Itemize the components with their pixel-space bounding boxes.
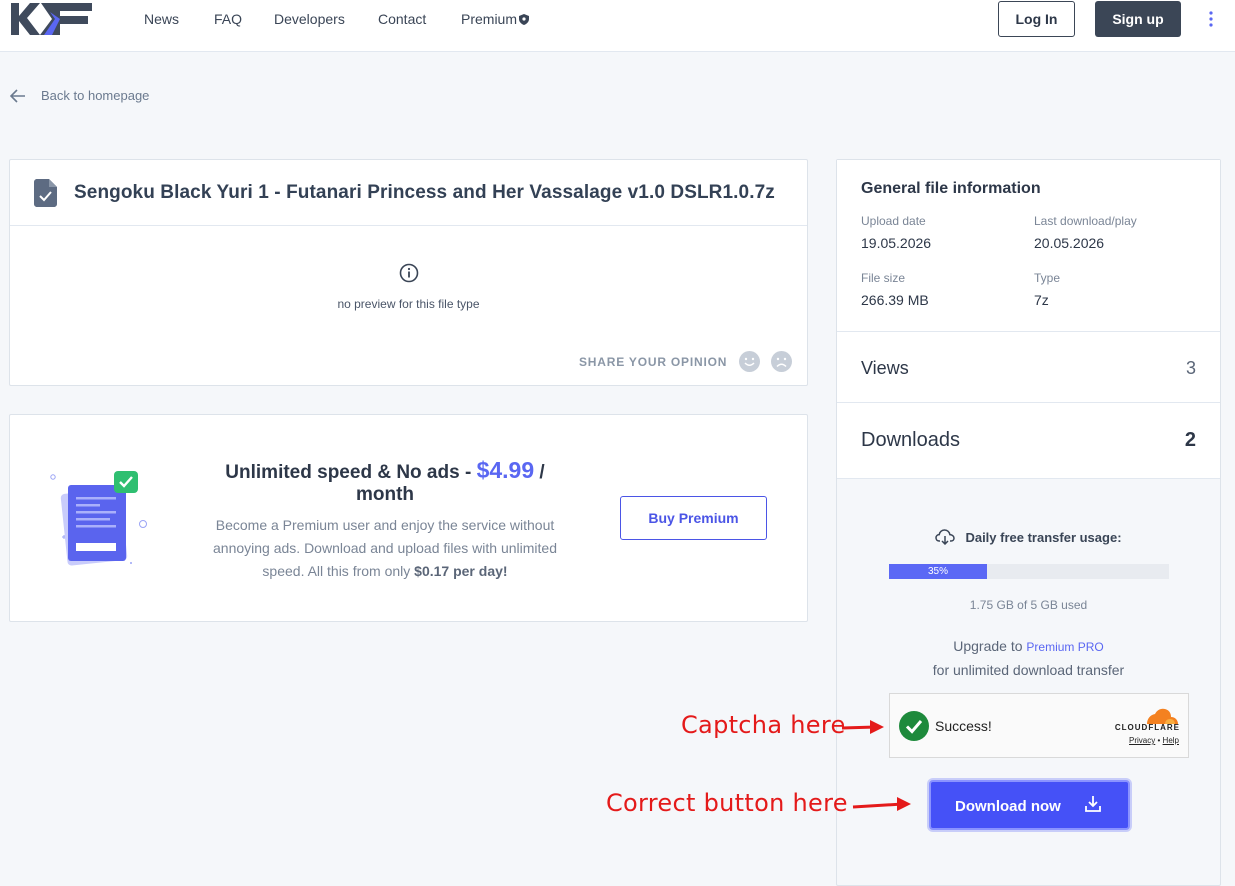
type-value: 7z	[1034, 292, 1049, 308]
success-check-icon	[899, 711, 929, 741]
promo-price: $4.99	[476, 457, 535, 483]
document-check-illustration	[50, 471, 147, 566]
nav-news[interactable]: News	[144, 11, 179, 27]
smile-icon[interactable]	[739, 351, 760, 372]
more-menu-icon[interactable]	[1204, 8, 1218, 30]
promo-daily-price: $0.17 per day!	[414, 563, 508, 579]
help-link[interactable]: Help	[1163, 736, 1179, 745]
site-logo[interactable]	[10, 2, 94, 36]
cloudflare-brand: CLOUDFLARE	[1114, 723, 1180, 732]
last-download-value: 20.05.2026	[1034, 235, 1105, 251]
download-now-label: Download now	[955, 798, 1061, 815]
captcha-links: Privacy • Help	[1129, 736, 1179, 745]
captcha-status: Success!	[935, 718, 992, 734]
download-icon	[1085, 796, 1101, 812]
cloudflare-captcha-widget[interactable]: Success! CLOUDFLARE Privacy • Help	[889, 693, 1189, 758]
nav-contact[interactable]: Contact	[378, 11, 426, 27]
upload-date-value: 19.05.2026	[861, 235, 932, 251]
cloud-download-icon	[935, 529, 956, 545]
share-opinion-label: SHARE YOUR OPINION	[579, 355, 728, 369]
views-count: 3	[1185, 358, 1196, 378]
file-header: Sengoku Black Yuri 1 - Futanari Princess…	[10, 160, 807, 226]
login-button[interactable]: Log In	[998, 1, 1075, 37]
file-size-label: File size	[861, 271, 906, 285]
upload-date-label: Upload date	[861, 214, 926, 228]
promo-title-text: Unlimited speed & No ads -	[225, 462, 477, 483]
captcha-annotation: Captcha here	[681, 711, 846, 739]
back-to-homepage-link[interactable]: Back to homepage	[10, 88, 149, 103]
upgrade-prefix: Upgrade to	[953, 638, 1023, 654]
daily-transfer-label: Daily free transfer usage:	[965, 529, 1122, 545]
nav-premium-label: Premium	[461, 11, 518, 27]
link-separator: •	[1157, 736, 1161, 745]
no-preview-text: no preview for this file type	[337, 297, 480, 311]
last-download-label: Last download/play	[1034, 214, 1137, 228]
captcha-annotation-arrow	[841, 720, 884, 734]
premium-pro-link[interactable]: Premium PRO	[1026, 640, 1103, 654]
transfer-progress-fill: 35%	[889, 564, 987, 579]
signup-button[interactable]: Sign up	[1095, 1, 1181, 37]
downloads-row: Downloads 2	[837, 403, 1220, 479]
info-icon	[399, 263, 419, 283]
nav-premium[interactable]: Premium	[461, 11, 530, 27]
upgrade-prompt: Upgrade to Premium PRO for unlimited dow…	[837, 635, 1220, 682]
info-title: General file information	[861, 180, 1041, 197]
transfer-progress-bar: 35%	[889, 564, 1169, 579]
views-row: Views 3	[837, 332, 1220, 403]
download-now-button[interactable]: Download now	[929, 780, 1130, 830]
buy-premium-button[interactable]: Buy Premium	[620, 496, 767, 540]
file-check-icon	[34, 178, 57, 207]
premium-promo-card: Unlimited speed & No ads - $4.99 / month…	[9, 414, 808, 622]
button-annotation: Correct button here	[606, 789, 848, 817]
type-label: Type	[1034, 271, 1061, 285]
promo-title: Unlimited speed & No ads - $4.99 / month	[200, 459, 570, 506]
button-annotation-arrow	[852, 797, 911, 811]
frown-icon[interactable]	[771, 351, 792, 372]
nav-developers[interactable]: Developers	[274, 11, 345, 27]
back-link-label: Back to homepage	[41, 88, 150, 103]
downloads-count: 2	[1184, 429, 1196, 451]
general-file-info: General file information Upload date 19.…	[837, 160, 1220, 332]
file-title: Sengoku Black Yuri 1 - Futanari Princess…	[74, 181, 775, 203]
upgrade-suffix: for unlimited download transfer	[932, 662, 1125, 678]
shield-icon	[519, 14, 530, 25]
privacy-link[interactable]: Privacy	[1129, 736, 1155, 745]
nav-faq[interactable]: FAQ	[214, 11, 242, 27]
file-size-value: 266.39 MB	[861, 292, 929, 308]
promo-description: Become a Premium user and enjoy the serv…	[200, 514, 570, 583]
views-label: Views	[861, 358, 909, 378]
transfer-usage-text: 1.75 GB of 5 GB used	[969, 598, 1088, 612]
arrow-left-icon	[10, 88, 25, 103]
file-card: Sengoku Black Yuri 1 - Futanari Princess…	[9, 159, 808, 386]
site-header: News FAQ Developers Contact Premium Log …	[0, 0, 1235, 52]
file-info-panel: General file information Upload date 19.…	[836, 159, 1221, 886]
daily-transfer-heading: Daily free transfer usage:	[837, 529, 1220, 545]
downloads-label: Downloads	[861, 429, 960, 451]
